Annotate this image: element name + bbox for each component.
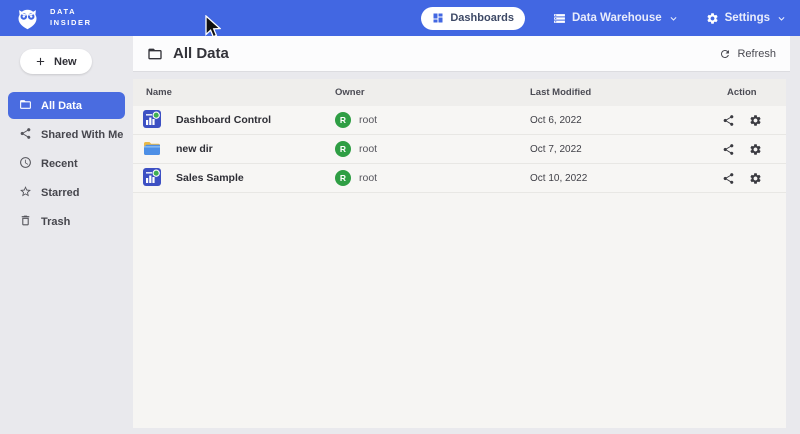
new-button[interactable]: New bbox=[20, 49, 92, 74]
action-cell bbox=[712, 143, 786, 156]
column-header-action: Action bbox=[712, 87, 786, 98]
gear-icon bbox=[749, 143, 762, 156]
share-with-me-icon bbox=[19, 127, 32, 140]
refresh-label: Refresh bbox=[737, 48, 776, 60]
page-header: All Data Refresh bbox=[133, 36, 790, 72]
main-content: All Data Refresh Name Owner Last Modifie… bbox=[133, 36, 800, 434]
chevron-down-icon bbox=[669, 14, 678, 23]
table-header: Name Owner Last Modified Action bbox=[133, 79, 786, 106]
owner-cell: R root bbox=[335, 170, 530, 186]
dashboards-label: Dashboards bbox=[450, 12, 514, 24]
owner-name: root bbox=[359, 143, 377, 155]
column-header-owner: Owner bbox=[335, 87, 530, 98]
topbar-nav: Dashboards Data Warehouse Settings bbox=[421, 7, 786, 30]
gear-icon bbox=[706, 12, 719, 25]
sidebar: New All Data Shared With Me Recent Starr… bbox=[0, 36, 133, 434]
settings-menu[interactable]: Settings bbox=[706, 12, 786, 25]
last-modified-cell: Oct 10, 2022 bbox=[530, 173, 712, 184]
owner-avatar: R bbox=[335, 112, 351, 128]
dashboard-file-icon bbox=[142, 109, 162, 129]
table-row[interactable]: Sales Sample R root Oct 10, 2022 bbox=[133, 164, 786, 193]
owl-logo-icon bbox=[14, 5, 41, 32]
table-body: Dashboard Control R root Oct 6, 2022 new… bbox=[133, 106, 786, 193]
sidebar-item-label: Shared With Me bbox=[41, 129, 123, 141]
dashboard-file-icon bbox=[142, 167, 162, 187]
refresh-button[interactable]: Refresh bbox=[719, 48, 776, 60]
gear-icon bbox=[749, 172, 762, 185]
folder-icon bbox=[147, 46, 163, 62]
sidebar-item-shared-with-me[interactable]: Shared With Me bbox=[8, 121, 125, 148]
last-modified-cell: Oct 7, 2022 bbox=[530, 144, 712, 155]
file-name: Sales Sample bbox=[176, 172, 244, 184]
owner-cell: R root bbox=[335, 112, 530, 128]
owner-name: root bbox=[359, 172, 377, 184]
column-header-last-modified: Last Modified bbox=[530, 87, 712, 98]
page-title: All Data bbox=[173, 45, 229, 62]
share-icon bbox=[722, 143, 735, 156]
sidebar-item-starred[interactable]: Starred bbox=[8, 179, 125, 206]
file-name-cell: Sales Sample bbox=[133, 167, 335, 190]
new-button-label: New bbox=[54, 56, 77, 68]
dashboards-button[interactable]: Dashboards bbox=[421, 7, 525, 30]
refresh-icon bbox=[719, 48, 731, 60]
dashboards-icon bbox=[432, 12, 444, 24]
settings-label: Settings bbox=[725, 12, 770, 24]
folder-file-icon bbox=[142, 138, 162, 158]
share-button[interactable] bbox=[722, 143, 735, 156]
app-title: DATA INSIDER bbox=[50, 7, 92, 29]
column-header-name: Name bbox=[133, 87, 335, 98]
table-row[interactable]: new dir R root Oct 7, 2022 bbox=[133, 135, 786, 164]
file-name-cell: new dir bbox=[133, 138, 335, 161]
app-logo[interactable]: DATA INSIDER bbox=[14, 5, 92, 32]
file-name-cell: Dashboard Control bbox=[133, 109, 335, 132]
file-name: new dir bbox=[176, 143, 213, 155]
row-settings-button[interactable] bbox=[749, 114, 762, 127]
clock-icon bbox=[19, 156, 32, 169]
folder-icon bbox=[19, 98, 32, 111]
sidebar-item-all-data[interactable]: All Data bbox=[8, 92, 125, 119]
sidebar-item-recent[interactable]: Recent bbox=[8, 150, 125, 177]
sidebar-item-label: Starred bbox=[41, 187, 80, 199]
gear-icon bbox=[749, 114, 762, 127]
share-icon bbox=[722, 172, 735, 185]
last-modified-cell: Oct 6, 2022 bbox=[530, 115, 712, 126]
file-name: Dashboard Control bbox=[176, 114, 271, 126]
owner-name: root bbox=[359, 114, 377, 126]
share-button[interactable] bbox=[722, 172, 735, 185]
trash-icon bbox=[19, 214, 32, 227]
sidebar-item-trash[interactable]: Trash bbox=[8, 208, 125, 235]
owner-avatar: R bbox=[335, 170, 351, 186]
sidebar-item-label: All Data bbox=[41, 100, 82, 112]
page-title-group: All Data bbox=[147, 45, 229, 62]
share-button[interactable] bbox=[722, 114, 735, 127]
chevron-down-icon bbox=[777, 14, 786, 23]
database-icon bbox=[553, 12, 566, 25]
action-cell bbox=[712, 172, 786, 185]
action-cell bbox=[712, 114, 786, 127]
owner-avatar: R bbox=[335, 141, 351, 157]
row-settings-button[interactable] bbox=[749, 143, 762, 156]
topbar: DATA INSIDER Dashboards Data Warehouse S… bbox=[0, 0, 800, 36]
plus-icon bbox=[35, 56, 46, 67]
row-settings-button[interactable] bbox=[749, 172, 762, 185]
table-row[interactable]: Dashboard Control R root Oct 6, 2022 bbox=[133, 106, 786, 135]
sidebar-nav: All Data Shared With Me Recent Starred T… bbox=[0, 92, 133, 235]
owner-cell: R root bbox=[335, 141, 530, 157]
sidebar-item-label: Recent bbox=[41, 158, 78, 170]
star-icon bbox=[19, 185, 32, 198]
file-table: Name Owner Last Modified Action Dashboar… bbox=[133, 79, 786, 428]
data-warehouse-menu[interactable]: Data Warehouse bbox=[553, 12, 678, 25]
share-icon bbox=[722, 114, 735, 127]
data-warehouse-label: Data Warehouse bbox=[572, 12, 662, 24]
sidebar-item-label: Trash bbox=[41, 216, 70, 228]
